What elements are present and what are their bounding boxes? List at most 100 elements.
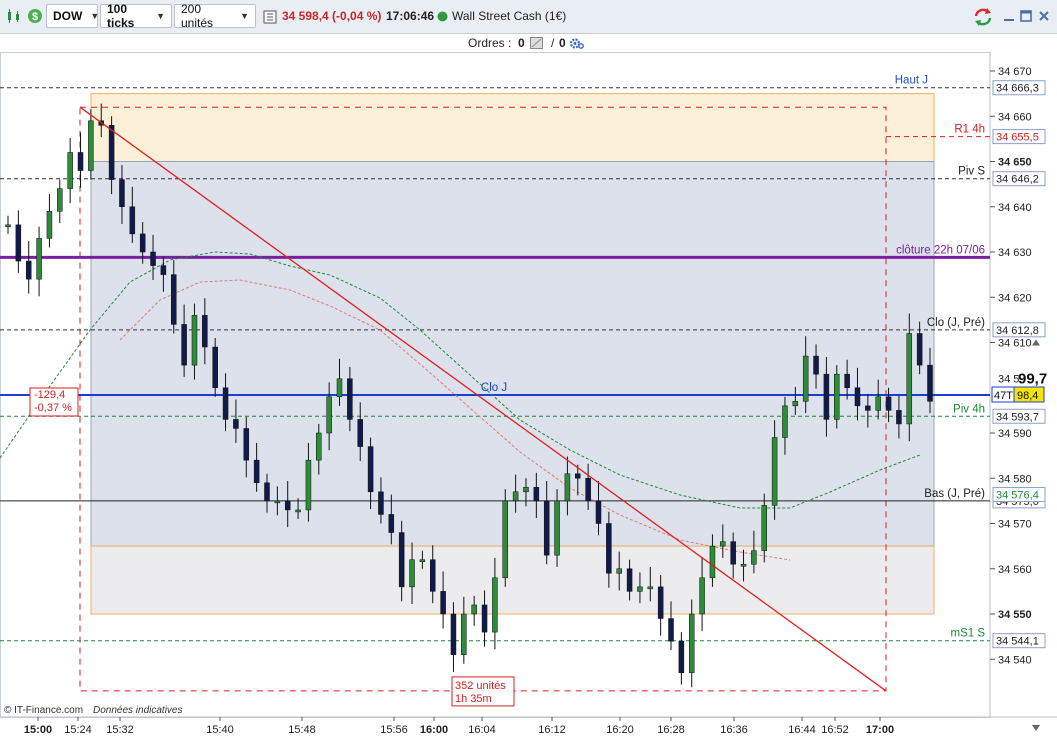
ticks-select[interactable]: 100 ticks ▼ [100, 2, 172, 30]
time-tick-label-12: 16:44 [788, 724, 816, 736]
price-tag-label-2: 34 646,2 [996, 174, 1039, 186]
candle-body [575, 473, 581, 479]
candle-body [927, 364, 933, 402]
time-tick-label-6: 16:00 [420, 724, 448, 736]
candle-body [233, 419, 239, 429]
units-select[interactable]: 200 unités ▼ [174, 2, 256, 30]
scroll-down-icon[interactable] [1032, 725, 1040, 731]
candle-body [367, 446, 374, 493]
time-tick-label-1: 15:24 [64, 724, 92, 736]
candle-body [46, 211, 53, 239]
current-price-small: 98,4 [1017, 390, 1038, 402]
support-zone [90, 545, 935, 615]
chevron-down-icon: ▼ [156, 11, 165, 21]
instrument-select[interactable]: DOW ▼ [46, 4, 100, 28]
measure-delta: -129,4 [34, 389, 65, 401]
candle-body [326, 396, 332, 434]
refresh-icon[interactable] [972, 7, 994, 27]
candle-body [854, 387, 861, 407]
candle-body [875, 396, 881, 411]
candle-body [36, 238, 42, 280]
candle-body [5, 224, 11, 228]
candle-body [616, 568, 622, 574]
candle-body [720, 541, 726, 547]
candle-body [896, 410, 902, 425]
gear-icon[interactable] [568, 36, 584, 50]
level-label-8: mS1 S [950, 628, 985, 640]
candle-body [751, 550, 757, 565]
maximize-icon[interactable] [1019, 9, 1033, 23]
candle-body [305, 459, 312, 511]
price-tick-label-4: 34 630 [998, 247, 1032, 259]
candle-body [637, 586, 643, 592]
price-tick-label-5: 34 620 [998, 292, 1032, 304]
scroll-up-icon[interactable] [1032, 339, 1040, 346]
tick-counter-label: 47T [994, 390, 1013, 402]
price-tag-label-4: 34 612,8 [996, 325, 1039, 337]
candle-body [139, 233, 146, 253]
candle-body [419, 559, 426, 562]
candle-body [709, 545, 716, 579]
candle-body [792, 401, 799, 407]
candle-body [160, 265, 167, 275]
current-price-big: 99,7 [1018, 371, 1047, 388]
candle-body [212, 346, 218, 388]
candle-body [761, 505, 767, 551]
candle-body [284, 500, 291, 511]
candle-body [512, 491, 519, 502]
chart-type-icon[interactable] [4, 6, 24, 26]
candle-body [191, 315, 198, 366]
time-tick-label-11: 16:36 [720, 724, 748, 736]
candle-body [585, 478, 591, 502]
candle-body [57, 188, 63, 212]
orders-bar: Ordres : 0 / 0 [0, 34, 1057, 52]
candle-body [564, 473, 571, 502]
candle-body [823, 373, 830, 420]
measure-pct: -0,37 % [34, 402, 72, 414]
candle-body [347, 378, 353, 420]
candle-body [67, 152, 73, 189]
price-tick-label-6: 34 610 [998, 338, 1032, 350]
candle-body [253, 459, 260, 484]
price-tick-label-8: 34 580 [998, 473, 1032, 485]
minimize-icon[interactable] [1002, 9, 1016, 23]
candle-body [15, 224, 22, 262]
candle-body [668, 618, 674, 642]
candle-body [129, 206, 136, 235]
candle-body [409, 559, 415, 588]
candle-body [502, 500, 509, 579]
footer-credit: © IT-Finance.com [4, 705, 83, 716]
price-chart[interactable]: Haut J 34 666,3 R1 4h 34 655,5 Piv S 34 646,2… [0, 52, 1057, 737]
candle-body [782, 405, 788, 438]
chevron-down-icon: ▼ [90, 11, 100, 21]
orders-count-left: 0 [518, 36, 525, 50]
candle-body [25, 260, 32, 280]
candle-body [492, 577, 498, 633]
window-icon[interactable] [262, 9, 278, 25]
candle-body [378, 491, 384, 515]
close-icon[interactable] [1037, 9, 1051, 23]
last-time: 17:06:46 [386, 9, 435, 23]
measure-duration: 1h 35m [455, 693, 492, 705]
candle-body [626, 568, 633, 592]
ticks-label: 100 ticks [107, 2, 135, 30]
level-label-1: R1 4h [954, 124, 985, 136]
candle-body [461, 613, 467, 655]
candle-body [295, 509, 301, 513]
instrument-label: DOW [53, 9, 83, 23]
price-tick-label-7: 34 590 [998, 428, 1032, 440]
time-tick-label-7: 16:04 [468, 724, 496, 736]
candle-body [916, 333, 923, 366]
candle-body [699, 577, 705, 615]
candle-body [730, 541, 736, 565]
price-tag-label-1: 34 655,5 [996, 132, 1039, 144]
time-tick-label-2: 15:32 [106, 724, 134, 736]
candle-body [813, 355, 819, 375]
order-list-icon[interactable] [529, 36, 543, 49]
toolbar: $ DOW ▼ 100 ticks ▼ 200 unités ▼ 34 598,… [0, 0, 1057, 34]
measure-units: 352 unités [455, 680, 506, 692]
price-tick-label-11: 34 550 [998, 609, 1032, 621]
dollar-icon[interactable]: $ [26, 6, 44, 26]
candle-body [243, 428, 250, 461]
chart-canvas[interactable]: Haut J 34 666,3 R1 4h 34 655,5 Piv S 34 646,2… [0, 52, 1057, 737]
